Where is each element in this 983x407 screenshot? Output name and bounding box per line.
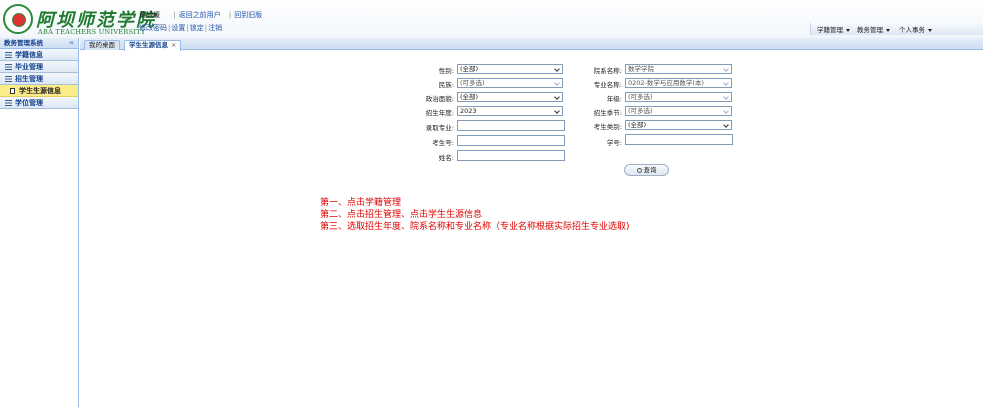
exam-no-label: 考生号: [432, 139, 454, 147]
select-value: 数学学院 [628, 65, 654, 73]
select-value: (全部) [460, 93, 479, 101]
caret-down-icon [886, 28, 890, 32]
tab-label: 我的桌面 [89, 41, 115, 49]
sidebar-item-label: 毕业管理 [15, 63, 43, 71]
select-value: 0202-数学与应用数学(本) [628, 79, 704, 87]
university-seal-logo [3, 4, 33, 34]
caret-down-icon [846, 28, 850, 32]
close-icon[interactable]: × [171, 41, 176, 49]
sidebar-item-label: 学位管理 [15, 99, 43, 107]
politics-select[interactable]: (全部) [457, 92, 563, 102]
search-icon [636, 167, 642, 173]
caret-down-icon [928, 28, 932, 32]
name-label: 姓名: [438, 154, 454, 162]
admit-major-input[interactable] [457, 120, 565, 131]
user-info-row: 黄旭缓 | 返回之前用户 | 回到旧版 [139, 10, 262, 20]
name-input[interactable] [457, 150, 565, 161]
select-value: 2023 [460, 107, 477, 115]
return-previous-user-link[interactable]: 返回之前用户 [179, 11, 221, 19]
gender-label: 性别: [438, 67, 454, 75]
ethnicity-label: 民族: [438, 81, 454, 89]
separator: | [228, 11, 232, 19]
chevron-down-icon [553, 65, 562, 73]
chevron-down-icon [722, 93, 731, 101]
lock-link[interactable]: 锁定 [190, 24, 204, 32]
sidebar: 教务管理系统 « 学籍信息 毕业管理 招生管理 学生生源信息 学位管理 [0, 38, 79, 407]
list-icon [5, 63, 12, 70]
exam-category-label: 考生类别: [593, 123, 622, 131]
tab-student-source[interactable]: 学生生源信息 × [124, 40, 182, 51]
chevron-down-icon [553, 79, 562, 87]
major-select[interactable]: 0202-数学与应用数学(本) [625, 78, 732, 88]
settings-link[interactable]: 设置 [171, 24, 185, 32]
old-version-link[interactable]: 回到旧版 [234, 11, 262, 19]
exam-category-select[interactable]: (全部) [625, 120, 732, 130]
tab-strip: 我的桌面 学生生源信息 × [80, 38, 983, 51]
chevron-down-icon [553, 93, 562, 101]
user-name: 黄旭缓 [139, 11, 160, 19]
separator: | [186, 24, 189, 32]
sidebar-item-student-source[interactable]: 学生生源信息 [0, 85, 78, 97]
chevron-down-icon [722, 121, 731, 129]
list-icon [5, 99, 12, 106]
query-button[interactable]: 查询 [624, 164, 669, 176]
exam-no-input[interactable] [457, 135, 565, 146]
ethnicity-select[interactable]: (可多选) [457, 78, 563, 88]
select-value: (全部) [460, 65, 479, 73]
collapse-sidebar-icon[interactable]: « [69, 38, 74, 48]
enroll-year-select[interactable]: 2023 [457, 106, 563, 116]
change-password-link[interactable]: 修改密码 [139, 24, 167, 32]
sidebar-item-student-info[interactable]: 学籍信息 [0, 49, 78, 61]
list-icon [5, 75, 12, 82]
app-header: 阿坝师范学院 ABA TEACHERS UNIVERSITY 黄旭缓 | 返回之前… [0, 0, 983, 38]
logout-link[interactable]: 注销 [208, 24, 222, 32]
sidebar-item-label: 学生生源信息 [19, 87, 61, 95]
admit-major-label: 录取专业: [425, 124, 454, 132]
instruction-step-3: 第三、选取招生年度、院系名称和专业名称（专业名称根据实际招生专业选取) [320, 222, 630, 232]
menu-student-status[interactable]: 学籍管理 [817, 24, 850, 34]
account-links-row: 修改密码|设置|锁定|注销 [139, 23, 222, 33]
grade-select[interactable]: (可多选) [625, 92, 732, 102]
select-value: (可多选) [460, 79, 485, 87]
enroll-year-label: 招生年度: [425, 109, 454, 117]
department-label: 院系名称: [593, 67, 622, 75]
sidebar-item-degree[interactable]: 学位管理 [0, 97, 78, 109]
tab-label: 学生生源信息 [129, 41, 168, 49]
menu-label: 个人事务 [899, 26, 925, 34]
student-no-label: 学号: [606, 139, 622, 147]
chevron-down-icon [722, 79, 731, 87]
politics-label: 政治面貌: [425, 95, 454, 103]
sidebar-item-enrollment[interactable]: 招生管理 [0, 73, 78, 85]
student-no-input[interactable] [625, 134, 733, 145]
separator: | [173, 11, 176, 19]
university-name-en: ABA TEACHERS UNIVERSITY [38, 28, 146, 36]
select-value: (全部) [628, 121, 647, 129]
gender-select[interactable]: (全部) [457, 64, 563, 74]
enroll-season-select[interactable]: (可多选) [625, 106, 732, 116]
list-icon [5, 51, 12, 58]
chevron-down-icon [553, 107, 562, 115]
grade-label: 年级: [606, 95, 622, 103]
sidebar-item-graduation[interactable]: 毕业管理 [0, 61, 78, 73]
separator: | [204, 24, 208, 32]
sidebar-item-label: 学籍信息 [15, 51, 43, 59]
menu-label: 教务管理 [857, 26, 883, 34]
document-icon [10, 87, 15, 94]
menu-academic-affairs[interactable]: 教务管理 [857, 24, 890, 34]
major-label: 专业名称: [593, 81, 622, 89]
select-value: (可多选) [628, 93, 653, 101]
sidebar-title-text: 教务管理系统 [4, 39, 43, 47]
separator: | [168, 24, 171, 32]
menu-label: 学籍管理 [817, 26, 843, 34]
query-button-label: 查询 [643, 166, 657, 174]
sidebar-title: 教务管理系统 « [0, 38, 78, 49]
enroll-season-label: 招生季节: [593, 109, 622, 117]
chevron-down-icon [722, 65, 731, 73]
department-select[interactable]: 数学学院 [625, 64, 732, 74]
sidebar-item-label: 招生管理 [15, 75, 43, 83]
select-value: (可多选) [628, 107, 653, 115]
tab-my-desktop[interactable]: 我的桌面 [84, 40, 120, 50]
chevron-down-icon [722, 107, 731, 115]
menu-personal-affairs[interactable]: 个人事务 [899, 24, 932, 34]
